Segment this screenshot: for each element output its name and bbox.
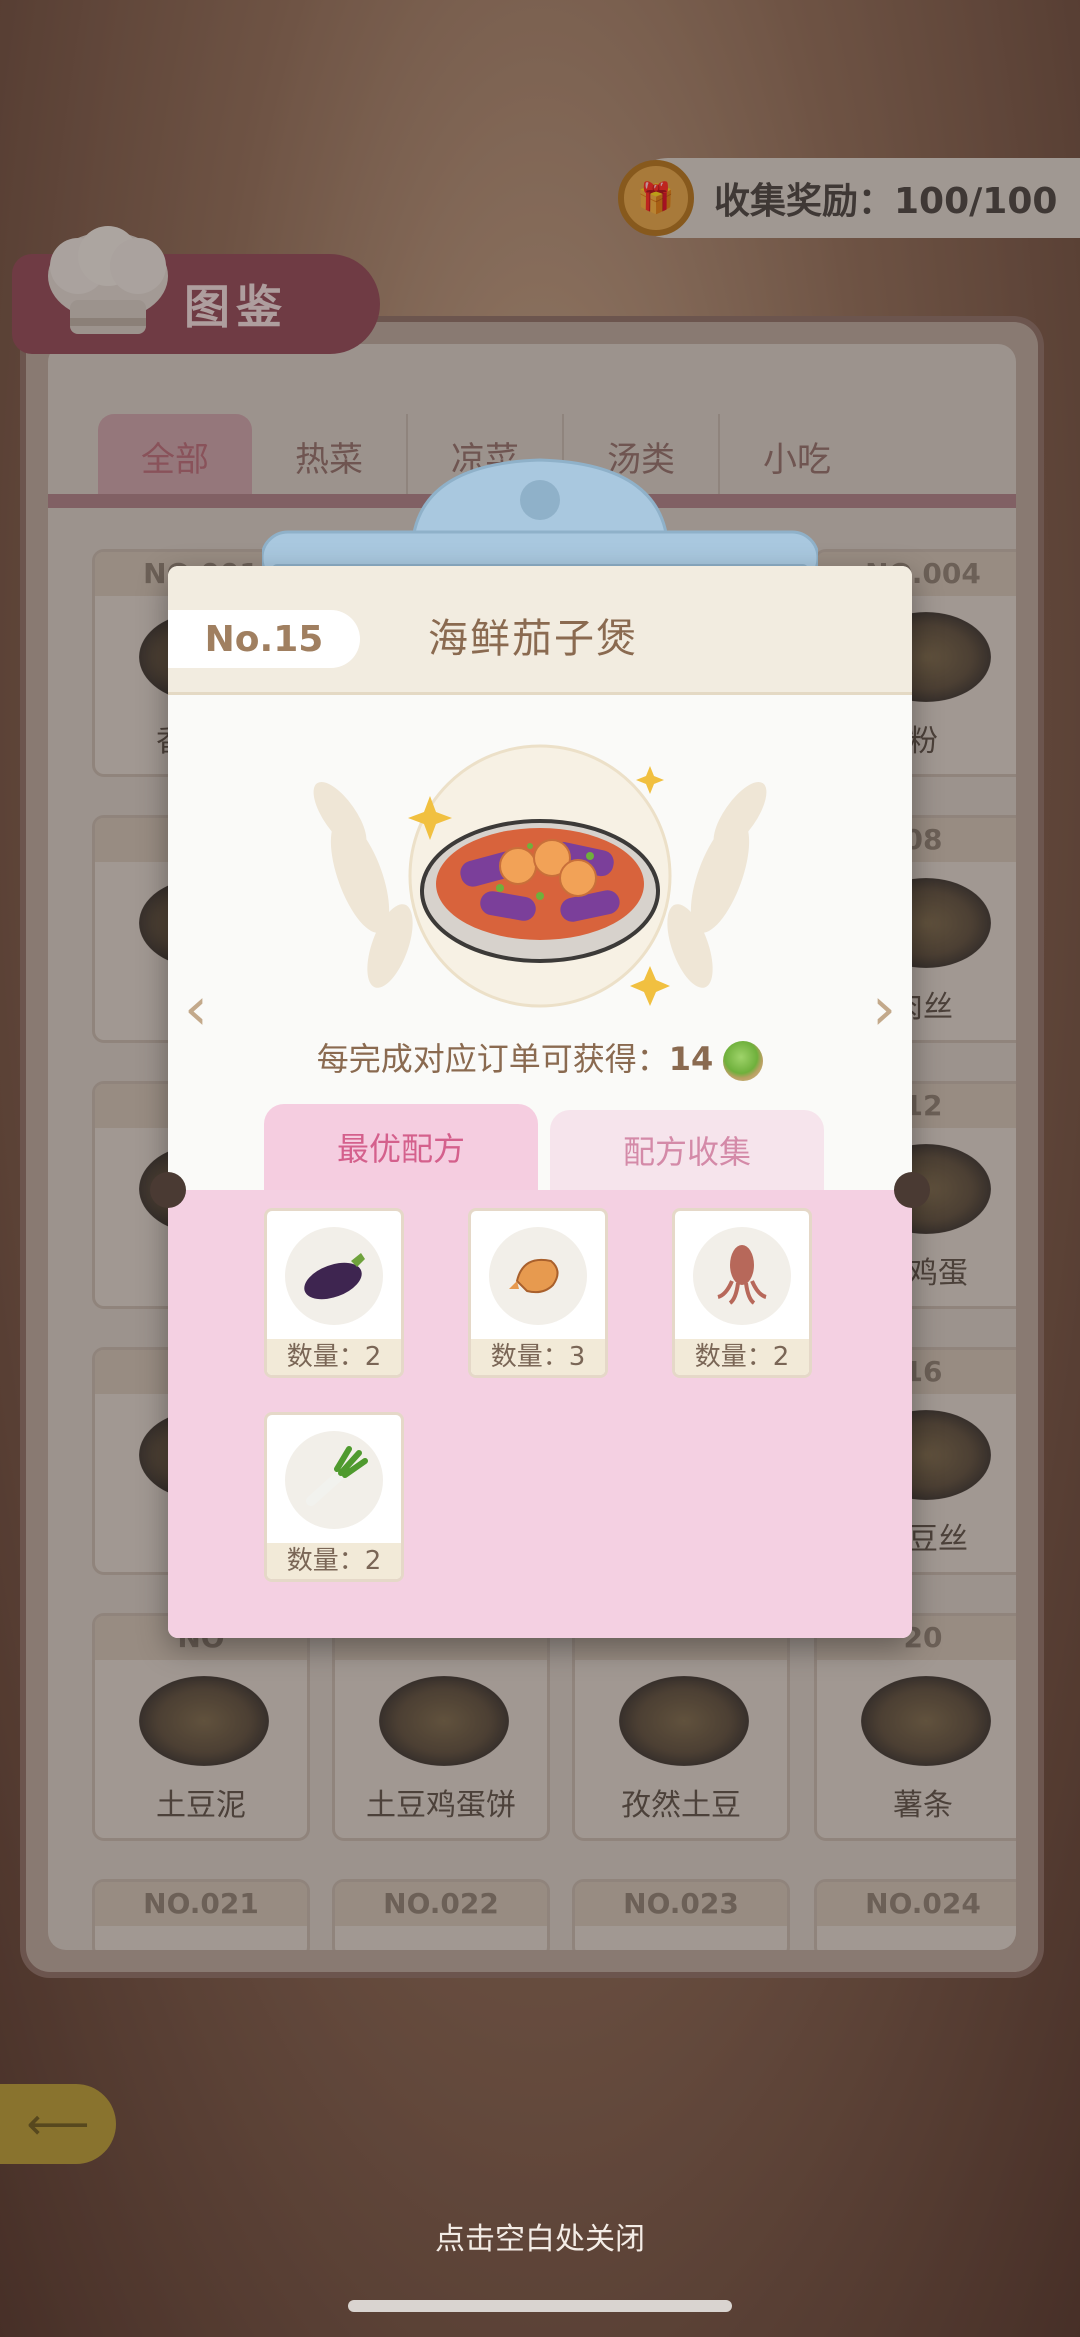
order-reward-value: 14 — [668, 1040, 714, 1078]
recipe-number-badge: No.15 — [168, 610, 360, 668]
ticket-notch-right — [894, 1172, 930, 1208]
ingredient-quantity: 数量：2 — [267, 1543, 401, 1579]
home-indicator[interactable] — [348, 2300, 732, 2312]
coin-icon — [723, 1041, 764, 1081]
scallion-icon — [285, 1431, 383, 1529]
close-hint: 点击空白处关闭 — [435, 2222, 645, 2257]
tab-best-recipe[interactable]: 最优配方 — [264, 1104, 538, 1190]
recipe-detail-modal: No.15 海鲜茄子煲 ‹ › 每完成对应订单可获得：14 数量：2 数量：3 … — [150, 566, 930, 1638]
ingredient-card[interactable]: 数量：2 — [672, 1208, 812, 1378]
ingredient-quantity: 数量：2 — [675, 1339, 809, 1375]
order-reward-label: 每完成对应订单可获得： — [316, 1040, 669, 1078]
clipboard-clip-icon — [262, 458, 818, 584]
modal-header: No.15 海鲜茄子煲 — [168, 566, 912, 695]
eggplant-icon — [285, 1227, 383, 1325]
ingredient-card[interactable]: 数量：3 — [468, 1208, 608, 1378]
ingredient-quantity: 数量：2 — [267, 1339, 401, 1375]
recipe-title: 海鲜茄子煲 — [428, 616, 638, 662]
shrimp-icon — [489, 1227, 587, 1325]
ingredient-card[interactable]: 数量：2 — [264, 1412, 404, 1582]
squid-icon — [693, 1227, 791, 1325]
order-reward-line: 每完成对应订单可获得：14 — [168, 1034, 912, 1081]
ingredient-card[interactable]: 数量：2 — [264, 1208, 404, 1378]
tab-recipe-collection[interactable]: 配方收集 — [550, 1110, 824, 1190]
dish-illustration — [313, 744, 767, 1008]
ingredients-panel: 数量：2 数量：3 数量：2 数量：2 — [168, 1190, 912, 1638]
ticket-notch-left — [150, 1172, 186, 1208]
page-root: 🎁 收集奖励：100/100 全部 热菜 凉菜 汤类 小吃 NO.001 香辣汁… — [0, 0, 1080, 2337]
ingredient-quantity: 数量：3 — [471, 1339, 605, 1375]
